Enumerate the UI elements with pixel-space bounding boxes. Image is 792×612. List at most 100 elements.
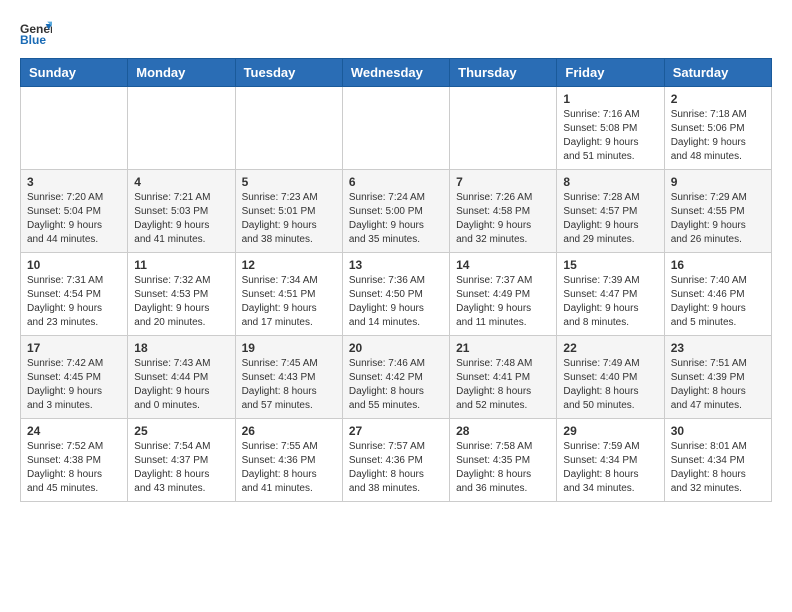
calendar-cell: [128, 87, 235, 170]
calendar-cell: 6 Sunrise: 7:24 AM Sunset: 5:00 PM Daylig…: [342, 170, 449, 253]
day-info: Sunrise: 7:32 AM Sunset: 4:53 PM Dayligh…: [134, 274, 228, 330]
weekday-header-friday: Friday: [557, 59, 664, 87]
day-info: Sunrise: 7:16 AM Sunset: 5:08 PM Dayligh…: [563, 108, 657, 164]
day-number: 29: [563, 424, 657, 438]
day-info: Sunrise: 7:21 AM Sunset: 5:03 PM Dayligh…: [134, 191, 228, 247]
calendar-cell: 26Sunrise: 7:55 AM Sunset: 4:36 PM Dayli…: [235, 419, 342, 502]
calendar-cell: 15Sunrise: 7:39 AM Sunset: 4:47 PM Dayli…: [557, 253, 664, 336]
day-number: 23: [671, 341, 765, 355]
calendar-table: SundayMondayTuesdayWednesdayThursdayFrid…: [20, 58, 772, 502]
weekday-header-thursday: Thursday: [450, 59, 557, 87]
day-number: 18: [134, 341, 228, 355]
day-info: Sunrise: 7:39 AM Sunset: 4:47 PM Dayligh…: [563, 274, 657, 330]
day-info: Sunrise: 7:51 AM Sunset: 4:39 PM Dayligh…: [671, 357, 765, 413]
calendar-cell: 11Sunrise: 7:32 AM Sunset: 4:53 PM Dayli…: [128, 253, 235, 336]
day-number: 9: [671, 175, 765, 189]
day-info: Sunrise: 7:20 AM Sunset: 5:04 PM Dayligh…: [27, 191, 121, 247]
weekday-header-tuesday: Tuesday: [235, 59, 342, 87]
day-number: 19: [242, 341, 336, 355]
day-info: Sunrise: 7:49 AM Sunset: 4:40 PM Dayligh…: [563, 357, 657, 413]
logo: General Blue: [20, 20, 52, 48]
weekday-header-row: SundayMondayTuesdayWednesdayThursdayFrid…: [21, 59, 772, 87]
calendar-cell: [235, 87, 342, 170]
calendar-cell: 13 Sunrise: 7:36 AM Sunset: 4:50 PM Dayli…: [342, 253, 449, 336]
svg-text:Blue: Blue: [20, 33, 46, 47]
calendar-cell: 1 Sunrise: 7:16 AM Sunset: 5:08 PM Daylig…: [557, 87, 664, 170]
calendar-cell: 16Sunrise: 7:40 AM Sunset: 4:46 PM Dayli…: [664, 253, 771, 336]
calendar-cell: 20Sunrise: 7:46 AM Sunset: 4:42 PM Dayli…: [342, 336, 449, 419]
day-number: 12: [242, 258, 336, 272]
logo-icon: General Blue: [20, 20, 52, 48]
day-number: 13: [349, 258, 443, 272]
day-info: Sunrise: 7:52 AM Sunset: 4:38 PM Dayligh…: [27, 440, 121, 496]
calendar-cell: 5Sunrise: 7:23 AM Sunset: 5:01 PM Daylig…: [235, 170, 342, 253]
calendar-cell: [342, 87, 449, 170]
calendar-cell: 18Sunrise: 7:43 AM Sunset: 4:44 PM Dayli…: [128, 336, 235, 419]
calendar-cell: 23 Sunrise: 7:51 AM Sunset: 4:39 PM Dayli…: [664, 336, 771, 419]
calendar-week-3: 10 Sunrise: 7:31 AM Sunset: 4:54 PM Dayli…: [21, 253, 772, 336]
day-info: Sunrise: 7:54 AM Sunset: 4:37 PM Dayligh…: [134, 440, 228, 496]
day-number: 24: [27, 424, 121, 438]
day-info: Sunrise: 7:45 AM Sunset: 4:43 PM Dayligh…: [242, 357, 336, 413]
day-info: Sunrise: 7:59 AM Sunset: 4:34 PM Dayligh…: [563, 440, 657, 496]
day-info: Sunrise: 7:42 AM Sunset: 4:45 PM Dayligh…: [27, 357, 121, 413]
day-info: Sunrise: 7:34 AM Sunset: 4:51 PM Dayligh…: [242, 274, 336, 330]
calendar-cell: 30 Sunrise: 8:01 AM Sunset: 4:34 PM Dayli…: [664, 419, 771, 502]
calendar-cell: 12 Sunrise: 7:34 AM Sunset: 4:51 PM Dayli…: [235, 253, 342, 336]
day-number: 8: [563, 175, 657, 189]
weekday-header-wednesday: Wednesday: [342, 59, 449, 87]
day-info: Sunrise: 7:57 AM Sunset: 4:36 PM Dayligh…: [349, 440, 443, 496]
weekday-header-sunday: Sunday: [21, 59, 128, 87]
day-info: Sunrise: 7:29 AM Sunset: 4:55 PM Dayligh…: [671, 191, 765, 247]
calendar-cell: 7 Sunrise: 7:26 AM Sunset: 4:58 PM Daylig…: [450, 170, 557, 253]
weekday-header-monday: Monday: [128, 59, 235, 87]
day-number: 10: [27, 258, 121, 272]
day-number: 17: [27, 341, 121, 355]
calendar-cell: 4 Sunrise: 7:21 AM Sunset: 5:03 PM Daylig…: [128, 170, 235, 253]
day-number: 1: [563, 92, 657, 106]
calendar-cell: 17 Sunrise: 7:42 AM Sunset: 4:45 PM Dayli…: [21, 336, 128, 419]
day-number: 21: [456, 341, 550, 355]
calendar-cell: 21 Sunrise: 7:48 AM Sunset: 4:41 PM Dayli…: [450, 336, 557, 419]
calendar-cell: 3 Sunrise: 7:20 AM Sunset: 5:04 PM Daylig…: [21, 170, 128, 253]
calendar-cell: 14 Sunrise: 7:37 AM Sunset: 4:49 PM Dayli…: [450, 253, 557, 336]
calendar-week-5: 24 Sunrise: 7:52 AM Sunset: 4:38 PM Dayli…: [21, 419, 772, 502]
day-info: Sunrise: 7:23 AM Sunset: 5:01 PM Dayligh…: [242, 191, 336, 247]
weekday-header-saturday: Saturday: [664, 59, 771, 87]
day-number: 16: [671, 258, 765, 272]
day-number: 4: [134, 175, 228, 189]
day-number: 3: [27, 175, 121, 189]
calendar-cell: 28 Sunrise: 7:58 AM Sunset: 4:35 PM Dayli…: [450, 419, 557, 502]
day-info: Sunrise: 7:24 AM Sunset: 5:00 PM Dayligh…: [349, 191, 443, 247]
calendar-cell: 2Sunrise: 7:18 AM Sunset: 5:06 PM Daylig…: [664, 87, 771, 170]
calendar-cell: 10 Sunrise: 7:31 AM Sunset: 4:54 PM Dayli…: [21, 253, 128, 336]
day-number: 7: [456, 175, 550, 189]
day-number: 30: [671, 424, 765, 438]
day-info: Sunrise: 7:55 AM Sunset: 4:36 PM Dayligh…: [242, 440, 336, 496]
calendar-cell: 29 Sunrise: 7:59 AM Sunset: 4:34 PM Dayli…: [557, 419, 664, 502]
day-number: 2: [671, 92, 765, 106]
calendar-cell: 19 Sunrise: 7:45 AM Sunset: 4:43 PM Dayli…: [235, 336, 342, 419]
day-info: Sunrise: 7:48 AM Sunset: 4:41 PM Dayligh…: [456, 357, 550, 413]
calendar-cell: [450, 87, 557, 170]
day-number: 25: [134, 424, 228, 438]
day-number: 6: [349, 175, 443, 189]
day-info: Sunrise: 8:01 AM Sunset: 4:34 PM Dayligh…: [671, 440, 765, 496]
day-info: Sunrise: 7:58 AM Sunset: 4:35 PM Dayligh…: [456, 440, 550, 496]
day-info: Sunrise: 7:26 AM Sunset: 4:58 PM Dayligh…: [456, 191, 550, 247]
day-info: Sunrise: 7:37 AM Sunset: 4:49 PM Dayligh…: [456, 274, 550, 330]
day-info: Sunrise: 7:31 AM Sunset: 4:54 PM Dayligh…: [27, 274, 121, 330]
calendar-week-4: 17 Sunrise: 7:42 AM Sunset: 4:45 PM Dayli…: [21, 336, 772, 419]
calendar-cell: 24 Sunrise: 7:52 AM Sunset: 4:38 PM Dayli…: [21, 419, 128, 502]
day-info: Sunrise: 7:36 AM Sunset: 4:50 PM Dayligh…: [349, 274, 443, 330]
calendar-week-2: 3 Sunrise: 7:20 AM Sunset: 5:04 PM Daylig…: [21, 170, 772, 253]
day-info: Sunrise: 7:46 AM Sunset: 4:42 PM Dayligh…: [349, 357, 443, 413]
day-number: 14: [456, 258, 550, 272]
day-info: Sunrise: 7:28 AM Sunset: 4:57 PM Dayligh…: [563, 191, 657, 247]
calendar-cell: 27Sunrise: 7:57 AM Sunset: 4:36 PM Dayli…: [342, 419, 449, 502]
calendar-cell: [21, 87, 128, 170]
day-number: 28: [456, 424, 550, 438]
calendar-cell: 9 Sunrise: 7:29 AM Sunset: 4:55 PM Daylig…: [664, 170, 771, 253]
calendar-cell: 22Sunrise: 7:49 AM Sunset: 4:40 PM Dayli…: [557, 336, 664, 419]
calendar-week-1: 1 Sunrise: 7:16 AM Sunset: 5:08 PM Daylig…: [21, 87, 772, 170]
